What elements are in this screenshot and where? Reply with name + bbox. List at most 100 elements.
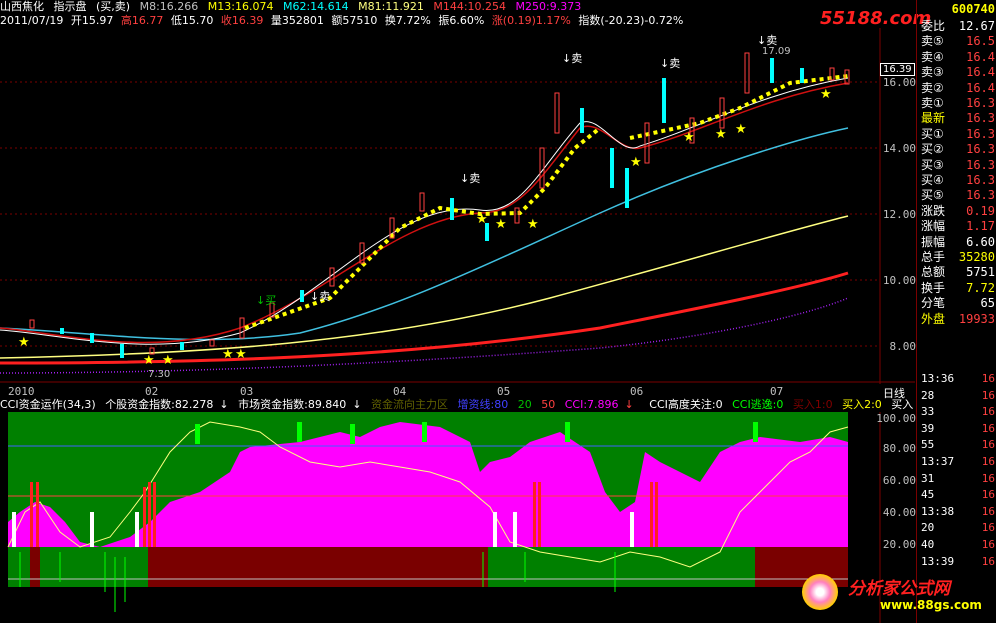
quote-label: 买①	[921, 126, 944, 141]
tick-price: 16	[981, 504, 995, 518]
info-close: 收16.39	[220, 14, 264, 27]
buy3-value: 买入	[891, 398, 914, 411]
indicator-title-bar: CCI资金运作(34,3) 个股资金指数:82.278 ↓ 市场资金指数:89.8…	[0, 398, 915, 412]
info-turnover: 换7.72%	[384, 14, 431, 27]
quote-value: 16.3	[966, 111, 995, 126]
sell-signal-5: ↓卖	[310, 290, 331, 303]
svg-text:★: ★	[495, 217, 507, 232]
tick-price: 16	[981, 554, 995, 568]
svg-text:★: ★	[820, 87, 832, 102]
flower-icon	[802, 574, 838, 610]
quote-row: 总额 5751	[917, 265, 996, 280]
tick-row: 13:38 16	[917, 505, 996, 519]
high-mark: 17.09	[762, 46, 791, 57]
tick-row: 33 16	[917, 405, 996, 419]
tick-time: 39	[921, 421, 935, 435]
svg-text:★: ★	[18, 335, 30, 350]
stock-fund-index: 个股资金指数:82.278 ↓	[105, 398, 229, 411]
quote-label: 总额	[921, 265, 946, 280]
indicator-axis: 100.00 80.00 60.00 40.00 20.00	[876, 412, 916, 562]
quote-label: 换手	[921, 280, 946, 295]
tick-time: 55	[921, 438, 935, 452]
quote-label: 买③	[921, 157, 944, 172]
tick-time: 31	[921, 471, 935, 485]
svg-text:★: ★	[143, 353, 155, 368]
tick-row: 13:36 16	[917, 372, 996, 386]
quote-value: 19933	[958, 311, 995, 326]
price-label-12: 12.00	[882, 208, 916, 221]
tick-time: 20	[921, 521, 935, 535]
candles	[29, 52, 850, 358]
tick-row: 39 16	[917, 422, 996, 436]
fund-flow-label: 资金流向主力区	[371, 398, 449, 411]
quote-row: 最新 16.3	[917, 111, 996, 126]
quote-row: 买① 16.3	[917, 127, 996, 142]
quote-label: 卖④	[921, 49, 944, 64]
quote-value: 0.19	[966, 203, 995, 218]
info-bar: 2011/07/19 开15.97 高16.77 低15.70 收16.39 量…	[0, 14, 915, 28]
quote-label: 分笔	[921, 296, 946, 311]
tick-row: 45 16	[917, 488, 996, 502]
date-label-07: 07	[770, 385, 784, 398]
quote-row: 买③ 16.3	[917, 158, 996, 173]
quote-row: 委比 12.67	[917, 19, 996, 34]
level-50-label: 50	[541, 398, 556, 411]
tick-price: 16	[981, 388, 995, 402]
date-label-05: 05	[497, 385, 511, 398]
svg-text:★: ★	[476, 212, 488, 227]
price-label-14: 14.00	[882, 142, 916, 155]
quote-value: 16.4	[966, 49, 995, 64]
tick-row: 40 16	[917, 538, 996, 552]
svg-text:★: ★	[735, 122, 747, 137]
current-price-tag: 16.39	[880, 63, 915, 76]
quote-row: 总手 35280	[917, 250, 996, 265]
svg-text:★: ★	[235, 347, 247, 362]
info-volume: 量352801	[270, 14, 324, 27]
quote-row: 买⑤ 16.3	[917, 188, 996, 203]
info-date: 2011/07/19	[0, 14, 64, 27]
quote-label: 总手	[921, 250, 946, 264]
sell-signal-1: ↓卖	[460, 172, 481, 185]
tick-price: 16	[981, 438, 995, 452]
tick-price: 16	[981, 405, 995, 419]
price-label-8: 8.00	[889, 340, 917, 353]
signals-label: (买,卖)	[96, 0, 131, 13]
quote-label: 委比	[921, 19, 946, 33]
quote-value: 7.72	[966, 280, 995, 295]
quote-row: 外盘 19933	[917, 312, 996, 327]
quote-label: 振幅	[921, 234, 946, 249]
quote-value: 16.3	[966, 96, 995, 110]
indicator-name-cci[interactable]: CCI资金运作(34,3)	[0, 398, 96, 411]
quote-panel: 600740 委比 12.67 卖⑤ 16.5 卖④ 16.4 卖③ 16.4 卖② 16.4 卖①…	[916, 0, 996, 623]
quote-label: 涨跌	[921, 203, 946, 218]
indicator-chart[interactable]	[0, 412, 915, 623]
svg-text:★: ★	[715, 127, 727, 142]
quote-label: 最新	[921, 111, 946, 126]
stock-name[interactable]: 山西焦化	[0, 0, 44, 13]
date-label-06: 06	[630, 385, 644, 398]
sell-signal-3: ↓卖	[660, 57, 681, 70]
stock-code: 600740	[951, 2, 995, 16]
tick-time: 13:37	[921, 455, 955, 468]
quote-value: 16.3	[966, 157, 995, 172]
svg-text:★: ★	[527, 217, 539, 232]
indicator-name[interactable]: 指示盘	[54, 0, 87, 13]
quote-row: 卖④ 16.4	[917, 50, 996, 65]
quote-row: 涨跌 0.19	[917, 204, 996, 219]
price-chart[interactable]: ★ ★ ★ ★ ★ ★ ★ ★ ★ ★ ★ ★ ★	[0, 28, 915, 384]
quote-label: 涨幅	[921, 219, 946, 234]
info-low: 低15.70	[170, 14, 214, 27]
tick-price: 16	[981, 471, 995, 485]
quote-value: 16.5	[966, 34, 995, 49]
accum-line-label: 增资线:80	[457, 398, 509, 411]
quote-row: 振幅 6.60	[917, 235, 996, 250]
quote-value: 16.3	[966, 126, 995, 141]
tick-price: 16	[981, 455, 995, 468]
quote-value: 1.17	[966, 219, 995, 234]
quote-row: 换手 7.72	[917, 281, 996, 296]
quote-row: 分笔 65	[917, 296, 996, 311]
ind-label-20: 20.00	[882, 538, 916, 551]
site-logo: 分析家公式网 www.88gs.com	[800, 570, 996, 623]
stock-code-row: 600740	[917, 2, 996, 17]
buy1-value: 买入1:0	[792, 398, 833, 411]
